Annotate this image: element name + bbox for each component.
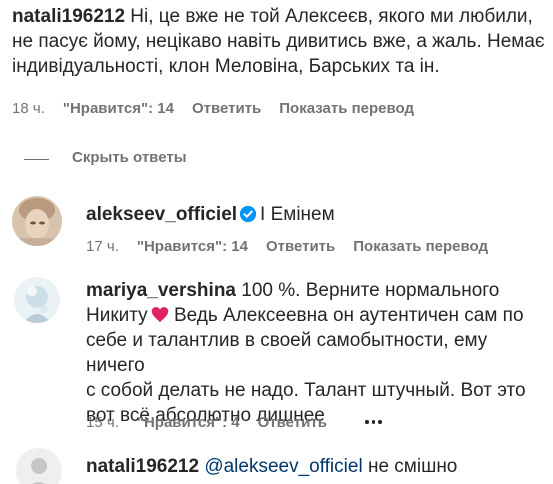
reply-text: І Емінем	[260, 204, 335, 225]
reply-time[interactable]: 17 ч.	[86, 238, 119, 255]
reply-text-line2b: Ведь Алексеевна он аутентичен сам по	[168, 305, 524, 326]
verified-badge-icon	[239, 205, 257, 223]
reply-body: alekseev_officiel І Емінем	[86, 202, 335, 227]
reply-likes[interactable]: "Нравится": 14	[137, 238, 248, 255]
reply-button[interactable]: Ответить	[266, 238, 335, 255]
comment-text-line2: не пасує йому, нецікаво навіть дивитись …	[12, 31, 545, 52]
reply-username[interactable]: natali196212	[86, 456, 199, 477]
reply-button[interactable]: Ответить	[192, 100, 261, 117]
reply-text-line3: себе и талантлив в своей самобытности, е…	[86, 330, 488, 376]
comment-text-line3: індивідуальності, клон Меловіна, Барськи…	[12, 56, 440, 77]
comment-username[interactable]: natali196212	[12, 6, 125, 27]
comment-text-line1: Ні, це вже не той Алексеєв, якого ми люб…	[125, 6, 533, 27]
reply-text-line2a: Никиту	[86, 305, 148, 326]
comment-likes[interactable]: "Нравится": 14	[63, 100, 174, 117]
mention-link[interactable]: @alekseev_officiel	[204, 456, 362, 477]
reply-meta: 17 ч. "Нравится": 14 Ответить Показать п…	[86, 238, 506, 255]
translate-button[interactable]: Показать перевод	[279, 100, 414, 117]
reply-username[interactable]: alekseev_officiel	[86, 204, 237, 225]
reply-text: не смішно	[362, 456, 458, 477]
comment-body: natali196212 Ні, це вже не той Алексеєв,…	[12, 4, 547, 79]
reply-body: natali196212 @alekseev_officiel не смішн…	[86, 454, 457, 479]
hide-replies-line	[24, 159, 49, 160]
avatar[interactable]	[16, 448, 62, 484]
heart-icon	[151, 307, 168, 322]
comment-meta: 18 ч. "Нравится": 14 Ответить Показать п…	[12, 100, 432, 117]
reply-body: mariya_vershina 100 %. Верните нормально…	[86, 278, 551, 428]
comment-time[interactable]: 18 ч.	[12, 100, 45, 117]
more-options-icon[interactable]	[365, 420, 382, 424]
reply-time[interactable]: 15 ч.	[86, 414, 119, 431]
reply-meta: 15 ч. "Нравится": 4 Ответить	[86, 414, 345, 431]
avatar[interactable]	[12, 196, 62, 246]
hide-replies-button[interactable]: Скрыть ответы	[72, 149, 187, 166]
avatar[interactable]	[14, 277, 60, 323]
reply-username[interactable]: mariya_vershina	[86, 280, 236, 301]
translate-button[interactable]: Показать перевод	[353, 238, 488, 255]
reply-likes[interactable]: "Нравится": 4	[137, 414, 240, 431]
reply-text-line1: 100 %. Верните нормального	[236, 280, 500, 301]
reply-text-line4: с собой делать не надо. Талант штучный. …	[86, 380, 526, 401]
reply-button[interactable]: Ответить	[258, 414, 327, 431]
